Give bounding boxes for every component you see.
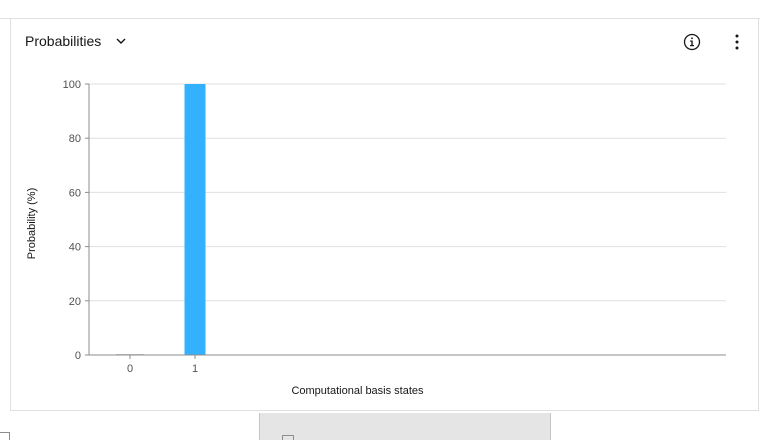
y-axis-title: Probability (%)	[26, 188, 38, 260]
y-tick-label: 60	[69, 187, 81, 199]
card-header: Probabilities	[11, 19, 758, 63]
information-icon[interactable]	[681, 31, 703, 53]
bottom-panel-tab[interactable]	[259, 413, 551, 440]
x-axis-title: Computational basis states	[291, 385, 424, 397]
y-tick-label: 40	[69, 242, 81, 254]
view-selector-label: Probabilities	[25, 33, 102, 49]
x-tick-label: 1	[192, 363, 198, 375]
probabilities-chart: 020406080100 01 Probability (%) Computat…	[26, 79, 726, 397]
top-strip	[0, 0, 760, 19]
y-tick-label: 0	[75, 350, 81, 362]
bar-state-1[interactable]	[184, 84, 206, 355]
x-tick-labels: 01	[127, 355, 198, 375]
chart-bars	[116, 84, 206, 355]
y-tick-label: 100	[63, 79, 81, 91]
y-tick-label: 80	[69, 133, 81, 145]
y-tick-label: 20	[69, 296, 81, 308]
probabilities-card: 0 20 40 60 80 100 01 Probability (%) Computat…	[10, 19, 759, 411]
chevron-down-icon	[116, 38, 126, 44]
partial-icon	[0, 432, 10, 440]
view-selector-dropdown[interactable]: Probabilities	[19, 29, 133, 53]
document-icon	[282, 435, 294, 440]
page: 0 20 40 60 80 100 01 Probability (%) Computat…	[0, 0, 760, 440]
y-tick-labels: 0 20 40 60 80 100	[63, 79, 89, 362]
x-tick-label: 0	[127, 363, 133, 375]
overflow-menu-vertical-icon[interactable]	[727, 31, 747, 53]
